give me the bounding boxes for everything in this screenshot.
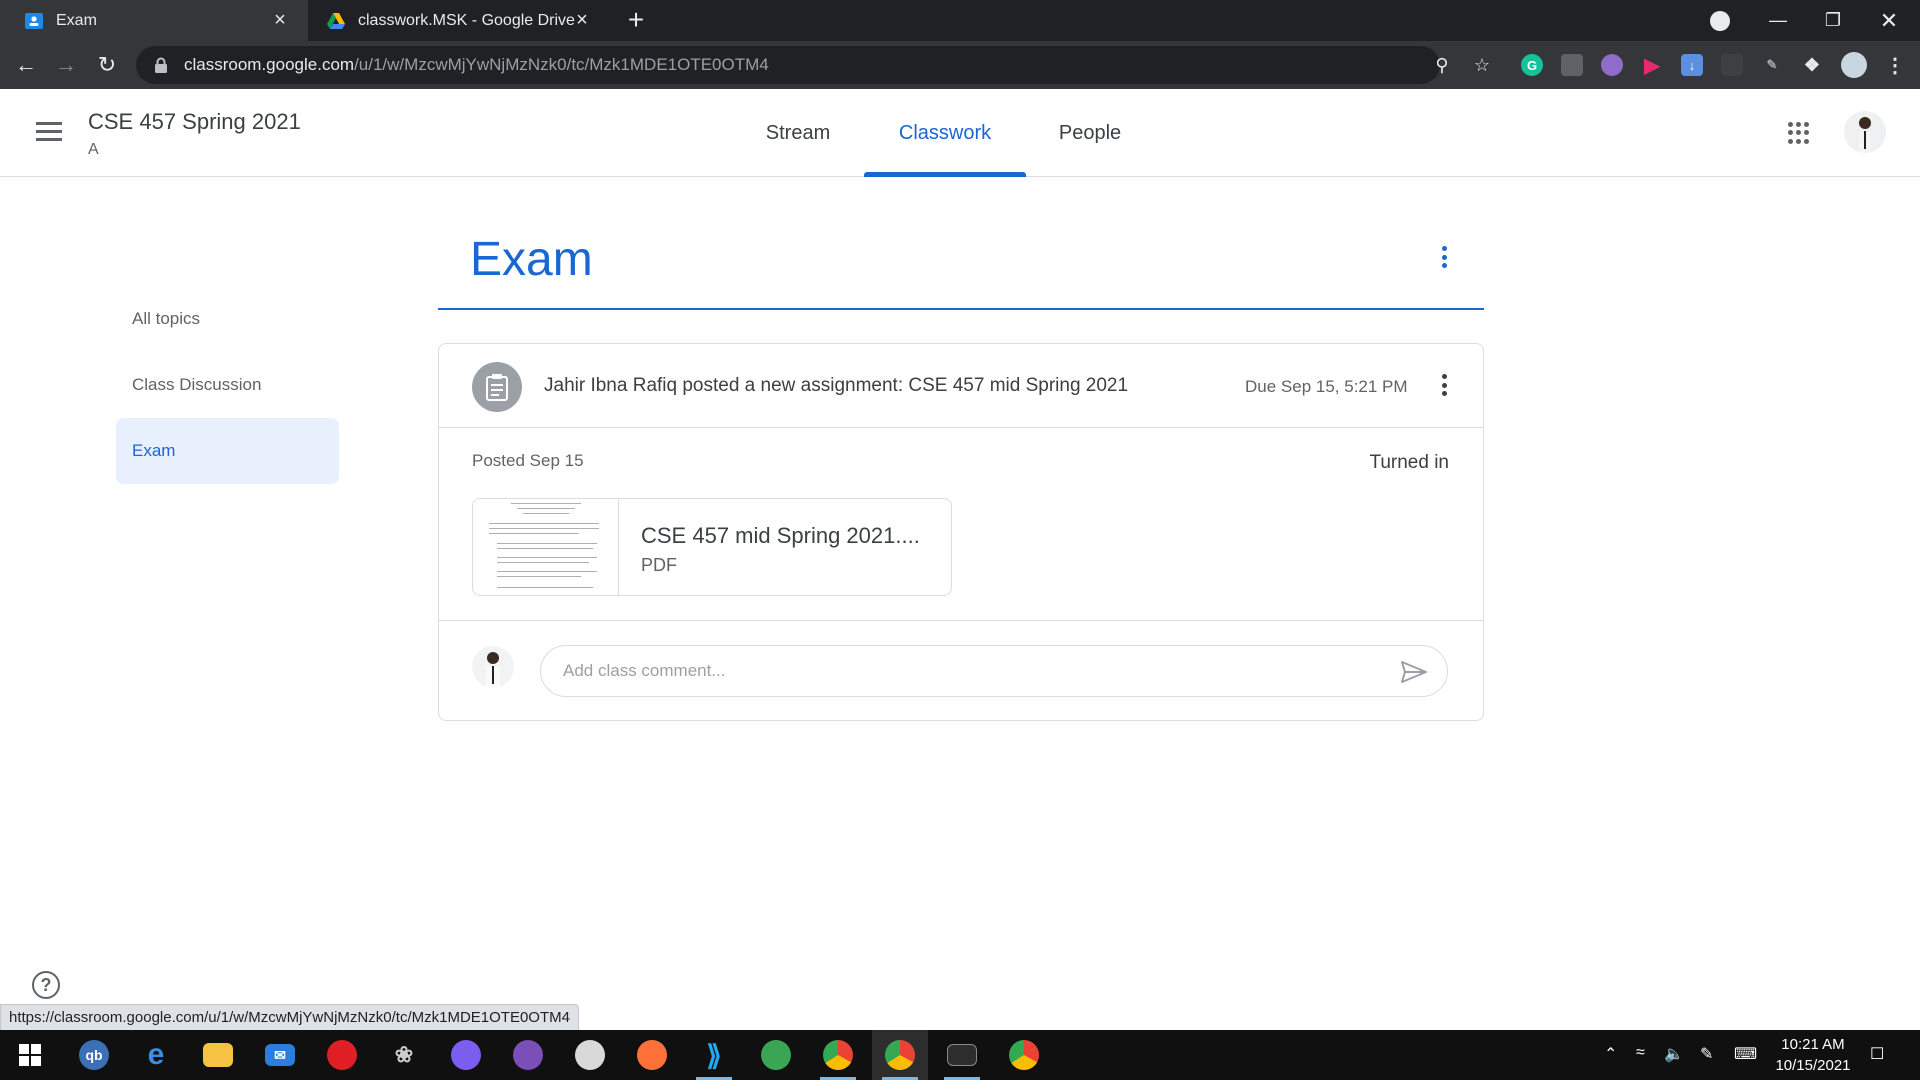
class-section: A (88, 141, 99, 158)
vscode-icon[interactable]: ⟫ (686, 1030, 742, 1080)
assignment-headline[interactable]: Jahir Ibna Rafiq posted a new assignment… (544, 375, 1128, 397)
browser-tab-strip: Exam × classwork.MSK - Google Drive × + … (0, 0, 1920, 41)
close-window-icon[interactable]: ✕ (1866, 0, 1912, 41)
browser-tab-drive[interactable]: classwork.MSK - Google Drive × (302, 0, 610, 41)
clock-date: 10/15/2021 (1775, 1057, 1851, 1074)
paint-icon[interactable] (562, 1030, 618, 1080)
tab-stream[interactable]: Stream (748, 89, 848, 177)
camera-extension-icon[interactable] (1561, 54, 1583, 76)
google-apps-icon[interactable] (1788, 122, 1810, 144)
pen-extension-icon[interactable]: ✎ (1761, 54, 1783, 76)
pdf-thumbnail (473, 499, 619, 595)
topic-more-options-icon[interactable] (1434, 246, 1454, 276)
bookmark-star-icon[interactable]: ☆ (1472, 55, 1492, 75)
pen-workspace-icon[interactable]: ✎ (1700, 1044, 1713, 1064)
play-extension-icon[interactable]: ▶ (1641, 54, 1663, 77)
volume-icon[interactable]: 🔈 (1664, 1044, 1684, 1064)
terminal-icon[interactable] (934, 1030, 990, 1080)
topic-divider (438, 308, 1484, 310)
status-label: Turned in (1369, 452, 1449, 473)
messenger-icon[interactable] (438, 1030, 494, 1080)
profile-avatar[interactable] (1841, 52, 1867, 78)
posted-date: Posted Sep 15 (472, 451, 584, 470)
classroom-favicon-icon (24, 11, 44, 31)
class-comment-input[interactable] (540, 645, 1448, 697)
attachment-name: CSE 457 mid Spring 2021.... (641, 523, 920, 548)
url-text: classroom.google.com/u/1/w/MzcwMjYwNjMzN… (184, 55, 769, 74)
sidebar-item-all-topics[interactable]: All topics (116, 286, 339, 352)
restore-window-icon[interactable]: ❐ (1810, 0, 1856, 41)
card-divider (439, 620, 1483, 621)
reload-icon[interactable]: ↻ (91, 49, 123, 81)
address-bar[interactable]: classroom.google.com/u/1/w/MzcwMjYwNjMzN… (136, 46, 1490, 84)
mail-icon[interactable]: ✉ (252, 1030, 308, 1080)
windows-start-icon[interactable] (2, 1030, 58, 1080)
github-desktop-icon[interactable] (500, 1030, 556, 1080)
extension-icon[interactable] (1601, 54, 1623, 76)
tab-classwork[interactable]: Classwork (864, 89, 1026, 177)
assignment-icon (472, 362, 522, 412)
download-extension-icon[interactable]: ↓ (1681, 54, 1703, 76)
close-tab-icon[interactable]: × (572, 10, 592, 30)
browser-tab-title: Exam (56, 11, 97, 29)
windows-taskbar: qb e ✉ ❀ ⟫ ⌃ ≈ 🔈 ✎ ⌨ 10:21 AM 10/15/2021… (0, 1030, 1920, 1080)
grammarly-extension-icon[interactable]: G (1521, 54, 1543, 76)
file-explorer-icon[interactable] (190, 1030, 246, 1080)
qbittorrent-icon[interactable]: qb (66, 1030, 122, 1080)
assignment-more-options-icon[interactable] (1434, 374, 1454, 400)
edge-browser-icon[interactable]: e (128, 1030, 184, 1080)
link-status-bar: https://classroom.google.com/u/1/w/MzcwM… (0, 1004, 579, 1032)
notifications-icon[interactable]: ☐ (1870, 1044, 1884, 1064)
sidebar-item-exam[interactable]: Exam (116, 418, 339, 484)
attachment-card[interactable]: CSE 457 mid Spring 2021.... PDF (472, 498, 952, 596)
main-menu-icon[interactable] (36, 122, 62, 142)
extensions-puzzle-icon[interactable]: ❖ (1801, 54, 1823, 76)
send-icon[interactable] (1400, 660, 1428, 684)
clock-time: 10:21 AM (1781, 1036, 1845, 1053)
new-tab-button[interactable]: + (622, 6, 650, 34)
forward-arrow-icon[interactable]: → (50, 49, 82, 81)
tab-people[interactable]: People (1046, 89, 1134, 177)
help-icon[interactable]: ? (32, 971, 60, 999)
firefox-icon[interactable] (624, 1030, 680, 1080)
chrome-profile-icon[interactable] (996, 1030, 1052, 1080)
globe-app-icon[interactable] (748, 1030, 804, 1080)
extension-icon[interactable] (1721, 54, 1743, 76)
browser-tab-title: classwork.MSK - Google Drive (358, 11, 575, 29)
zoom-icon[interactable]: ⚲ (1432, 55, 1452, 75)
browser-toolbar: ← → ↻ classroom.google.com/u/1/w/MzcwMjY… (0, 41, 1920, 89)
chrome-profile-icon[interactable] (872, 1030, 928, 1080)
attachment-type: PDF (641, 555, 677, 575)
lock-icon (154, 57, 168, 73)
chrome-icon[interactable] (810, 1030, 866, 1080)
tab-classwork-label: Classwork (898, 121, 992, 144)
browser-tab-exam[interactable]: Exam × (0, 0, 308, 41)
user-avatar (472, 646, 514, 688)
due-date: Due Sep 15, 5:21 PM (1245, 377, 1408, 396)
opera-icon[interactable] (314, 1030, 370, 1080)
google-drive-favicon-icon (326, 11, 346, 31)
browser-menu-icon[interactable]: ⋮ (1884, 54, 1906, 77)
account-avatar[interactable] (1844, 111, 1886, 153)
touch-keyboard-icon[interactable]: ⌨ (1734, 1044, 1757, 1064)
tab-search-icon[interactable] (1710, 11, 1730, 31)
taskbar-clock[interactable]: 10:21 AM 10/15/2021 (1770, 1034, 1856, 1076)
assignment-card: Jahir Ibna Rafiq posted a new assignment… (438, 343, 1484, 721)
minimize-window-icon[interactable]: — (1755, 0, 1801, 41)
show-hidden-icons-icon[interactable]: ⌃ (1604, 1044, 1617, 1064)
satellite-app-icon[interactable]: ❀ (376, 1030, 432, 1080)
topic-title: Exam (470, 233, 593, 286)
class-title[interactable]: CSE 457 Spring 2021 (88, 109, 301, 135)
network-icon[interactable]: ≈ (1636, 1044, 1645, 1062)
assignment-header[interactable]: Jahir Ibna Rafiq posted a new assignment… (439, 344, 1483, 428)
active-tab-indicator (864, 172, 1026, 177)
classroom-header: CSE 457 Spring 2021 A Stream Classwork P… (0, 89, 1920, 177)
sidebar-item-class-discussion[interactable]: Class Discussion (116, 352, 339, 418)
back-arrow-icon[interactable]: ← (10, 49, 42, 81)
close-tab-icon[interactable]: × (270, 10, 290, 30)
